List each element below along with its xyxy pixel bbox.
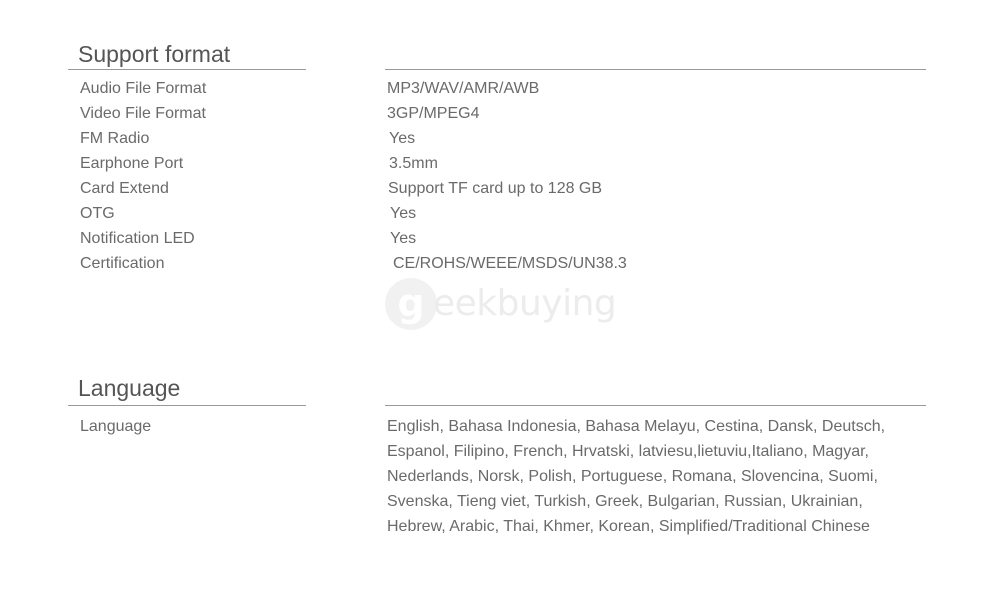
section-title-language: Language [78,375,181,401]
language-line: Espanol, Filipino, French, Hrvatski, lat… [387,443,869,460]
logo-wordmark: eekbuying [433,283,617,324]
spec-label: Earphone Port [80,155,184,172]
spec-value: 3.5mm [389,155,438,172]
language-line: English, Bahasa Indonesia, Bahasa Melayu… [387,418,886,435]
spec-value: Yes [390,205,417,222]
spec-value: Yes [389,130,416,147]
logo-badge-letter: g [397,281,425,325]
language-line: Nederlands, Norsk, Polish, Portuguese, R… [387,468,878,485]
spec-row-card-extend: Card Extend Support TF card up to 128 GB [0,176,1000,201]
spec-label: FM Radio [80,130,150,147]
language-line: Hebrew, Arabic, Thai, Khmer, Korean, Sim… [387,518,870,535]
section-title-support-format: Support format [78,41,231,67]
spec-value: Support TF card up to 128 GB [388,180,603,197]
spec-label: Video File Format [80,105,206,122]
spec-label: OTG [80,205,115,222]
language-list: English, Bahasa Indonesia, Bahasa Melayu… [387,414,885,539]
spec-row-certification: Certification CE/ROHS/WEEE/MSDS/UN38.3 [0,251,1000,276]
spec-row-notification-led: Notification LED Yes [0,226,1000,251]
spec-row-audio: Audio File Format MP3/WAV/AMR/AWB [0,76,1000,101]
section-divider-right [385,405,926,406]
language-line: Svenska, Tieng viet, Turkish, Greek, Bul… [387,493,863,510]
geekbuying-watermark-logo: g eekbuying [385,278,625,330]
spec-label: Notification LED [80,230,195,247]
spec-label: Certification [80,255,165,272]
spec-value: 3GP/MPEG4 [387,105,480,122]
spec-row-otg: OTG Yes [0,201,1000,226]
spec-label: Audio File Format [80,80,207,97]
section-divider-right [385,69,926,70]
spec-row-fm-radio: FM Radio Yes [0,126,1000,151]
language-label: Language [80,418,152,435]
spec-label: Card Extend [80,180,169,197]
spec-value: CE/ROHS/WEEE/MSDS/UN38.3 [393,255,627,272]
section-divider-left [68,405,306,406]
spec-value: Yes [390,230,417,247]
section-divider-left [68,69,306,70]
spec-row-video: Video File Format 3GP/MPEG4 [0,101,1000,126]
spec-value: MP3/WAV/AMR/AWB [387,80,540,97]
spec-row-earphone: Earphone Port 3.5mm [0,151,1000,176]
